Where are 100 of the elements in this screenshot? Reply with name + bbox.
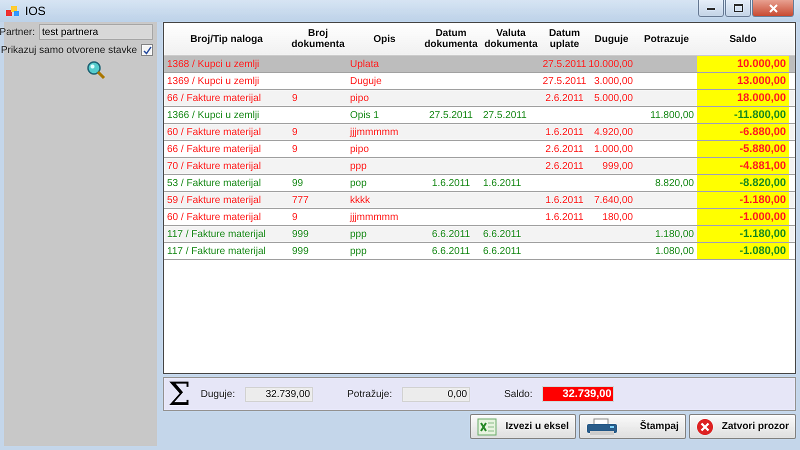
column-header[interactable]: Broj dokumenta [289, 23, 347, 55]
table-cell: 1366 / Kupci u zemlji [167, 110, 260, 120]
column-header[interactable]: Duguje [587, 23, 636, 55]
saldo-total-field: 32.739,00 [542, 386, 614, 402]
table-cell: 66 / Fakture materijal [167, 144, 261, 154]
table-cell: 60 / Fakture materijal [167, 212, 261, 222]
window-title: IOS [25, 4, 46, 18]
table-cell: pop [350, 178, 367, 188]
table-cell: pipo [350, 144, 369, 154]
debit-total-field: 32.739,00 [245, 386, 314, 402]
table-cell: -5.880,00 [740, 143, 786, 155]
table-cell: 999,00 [602, 160, 633, 172]
close-window-button[interactable]: Zatvori prozor [688, 414, 796, 439]
table-row[interactable]: 117 / Fakture materijal 999 ppp 6.6.2011 6.6.2011 1.080,00 -1.080,00 [164, 243, 795, 260]
table-cell: 1368 / Kupci u zemlji [167, 58, 260, 70]
table-cell: -6.880,00 [740, 126, 786, 138]
table-cell: 999 [292, 228, 309, 240]
close-button[interactable] [752, 0, 794, 17]
column-header[interactable]: Saldo [697, 23, 789, 55]
table-row[interactable]: 70 / Fakture materijal ppp 2.6.2011 999,00 -4.881,00 [164, 158, 795, 175]
table-cell: 1.6.2011 [545, 194, 584, 206]
table-cell: 27.5.2011 [542, 58, 586, 70]
saldo-label: Saldo: [504, 388, 532, 400]
table-cell: -1.180,00 [740, 228, 786, 240]
table-cell: 53 / Fakture materijal [167, 178, 261, 188]
table-row[interactable]: 60 / Fakture materijal 9 jjjmmmmm 1.6.2011 180,00 -1.000,00 [164, 209, 795, 226]
table-cell: 777 [292, 194, 309, 206]
table-cell: 8.820,00 [655, 178, 694, 188]
table-cell: Duguje [350, 76, 382, 86]
search-button[interactable] [86, 60, 106, 80]
table-cell: ppp [350, 228, 367, 240]
table-cell: 1.180,00 [655, 228, 694, 240]
table-cell: 70 / Fakture materijal [167, 160, 261, 172]
table-row[interactable]: 53 / Fakture materijal 99 pop 1.6.2011 1.6.2011 8.820,00 -8.820,00 [164, 175, 795, 192]
table-cell: 9 [292, 126, 298, 138]
table-cell: 60 / Fakture materijal [167, 126, 261, 138]
table-cell: 9 [292, 92, 298, 104]
table-row[interactable]: 66 / Fakture materijal 9 pipo 2.6.2011 1.000,00 -5.880,00 [164, 141, 795, 158]
debit-label: Duguje: [200, 388, 236, 400]
table-cell: 9 [292, 144, 298, 154]
table-cell: -4.881,00 [740, 160, 786, 172]
credit-total-field: 0,00 [402, 386, 470, 402]
table-cell: -1.180,00 [740, 194, 786, 206]
table-cell: 1.6.2011 [545, 126, 584, 138]
open-items-label: Prikazuj samo otvorene stavke [0, 44, 137, 56]
table-cell: 1.6.2011 [545, 212, 584, 222]
close-icon [696, 418, 714, 436]
column-header[interactable]: Valuta dokumenta [480, 23, 542, 55]
table-cell: 66 / Fakture materijal [167, 92, 261, 104]
maximize-icon [734, 4, 742, 12]
table-cell: 6.6.2011 [483, 228, 522, 240]
column-header[interactable]: Potrazuje [636, 23, 697, 55]
table-row[interactable]: 1368 / Kupci u zemlji Uplata 27.5.2011 10.000,00 10.000,00 [164, 56, 795, 73]
table-cell: Opis 1 [350, 110, 379, 120]
table-row[interactable]: 117 / Fakture materijal 999 ppp 6.6.2011 6.6.2011 1.180,00 -1.180,00 [164, 226, 795, 243]
open-items-checkbox[interactable] [141, 44, 153, 56]
table-cell: jjjmmmmm [350, 126, 398, 138]
column-header[interactable]: Datum dokumenta [422, 23, 480, 55]
table-cell: 2.6.2011 [545, 144, 584, 154]
table-cell: 1369 / Kupci u zemlji [167, 76, 260, 86]
table-cell: -1.080,00 [740, 245, 786, 257]
table-cell: 18.000,00 [737, 92, 786, 104]
column-header[interactable]: Opis [347, 23, 422, 55]
partner-field[interactable]: test partnera [39, 24, 153, 40]
table-row[interactable]: 1366 / Kupci u zemlji Opis 1 27.5.2011 27.5.2011 11.800,00 -11.800,00 [164, 107, 795, 124]
table-cell: 1.080,00 [655, 246, 694, 256]
table-cell: 10.000,00 [588, 58, 633, 70]
table-cell: pipo [350, 92, 369, 104]
table-cell: 7.640,00 [594, 194, 633, 206]
column-header[interactable]: Datum uplate [542, 23, 587, 55]
table-row[interactable]: 1369 / Kupci u zemlji Duguje 27.5.2011 3.000,00 13.000,00 [164, 73, 795, 90]
print-button[interactable]: Štampaj [578, 414, 686, 439]
column-header[interactable]: Broj/Tip naloga [164, 23, 289, 55]
table-cell: kkkk [350, 194, 370, 206]
table-cell: 27.5.2011 [483, 110, 527, 120]
table-cell: 1.6.2011 [483, 178, 522, 188]
table-cell: 6.6.2011 [483, 246, 522, 256]
table-row[interactable]: 66 / Fakture materijal 9 pipo 2.6.2011 5.000,00 18.000,00 [164, 90, 795, 107]
table-cell: Uplata [350, 58, 379, 70]
minimize-button[interactable] [698, 0, 724, 17]
table-cell: 2.6.2011 [545, 160, 584, 172]
table-cell: 27.5.2011 [542, 76, 586, 86]
table-cell: -8.820,00 [740, 177, 786, 189]
table-cell: 117 / Fakture materijal [167, 228, 266, 240]
table-cell: 5.000,00 [594, 92, 633, 104]
export-button[interactable]: Izvezi u eksel [470, 414, 576, 439]
table-cell: 11.800,00 [650, 110, 694, 120]
table-cell: -11.800,00 [734, 109, 786, 121]
minimize-icon [707, 6, 715, 10]
table-row[interactable]: 60 / Fakture materijal 9 jjjmmmmm 1.6.2011 4.920,00 -6.880,00 [164, 124, 795, 141]
credit-label: Potražuje: [347, 388, 392, 400]
sigma-symbol: Σ [167, 378, 192, 410]
table-cell: ppp [350, 160, 367, 172]
maximize-button[interactable] [725, 0, 751, 17]
spreadsheet-icon [477, 418, 498, 436]
table-cell: 999 [292, 246, 309, 256]
table-cell: 4.920,00 [594, 126, 633, 138]
table-cell: jjjmmmmm [350, 212, 398, 222]
table-cell: 1.6.2011 [432, 178, 470, 188]
table-row[interactable]: 59 / Fakture materijal 777 kkkk 1.6.2011 7.640,00 -1.180,00 [164, 192, 795, 209]
